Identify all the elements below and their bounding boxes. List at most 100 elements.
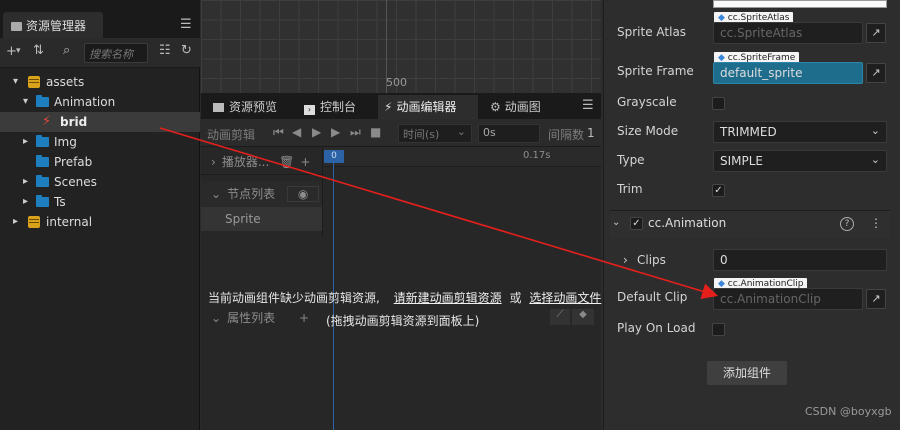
chevron-right-icon[interactable]: ▸ xyxy=(23,172,28,192)
sprite-frame-field[interactable]: default_sprite xyxy=(713,62,863,84)
play-icon[interactable]: ▶ xyxy=(312,125,321,139)
time-unit-select[interactable]: 时间(s) ⌄ xyxy=(398,124,472,143)
list-filter-icon[interactable]: ☷ xyxy=(159,43,171,58)
scene-axis-label: 500 xyxy=(386,76,407,89)
size-mode-value: TRIMMED xyxy=(720,125,777,139)
refresh-icon[interactable]: ↻ xyxy=(181,43,192,58)
timeline-tick-label: 0.17s xyxy=(523,150,551,161)
tree-label: Prefab xyxy=(54,155,93,169)
select-clip-link[interactable]: 选择动画文件 xyxy=(529,291,601,305)
tree-label: Scenes xyxy=(54,175,97,189)
jump-first-icon[interactable]: ⏮ xyxy=(273,125,284,140)
chevron-right-icon[interactable]: ▸ xyxy=(23,132,28,152)
clips-count-field[interactable]: 0 xyxy=(713,249,887,271)
more-icon[interactable]: ⋮ xyxy=(870,216,882,230)
folder-icon xyxy=(36,135,49,147)
tab-animation-graph[interactable]: ⚙ 动画图 xyxy=(484,95,560,119)
add-icon[interactable]: + xyxy=(299,305,309,331)
playhead-marker[interactable]: 0 xyxy=(324,150,344,163)
chevron-down-icon: ⌄ xyxy=(870,153,880,166)
keyframe-icon[interactable]: ◆ xyxy=(572,309,594,325)
play-on-load-label: Play On Load xyxy=(617,321,696,335)
tree-item-animation[interactable]: ▾ Animation xyxy=(0,92,200,112)
drag-hint: (拖拽动画剪辑资源到面板上) xyxy=(326,314,480,328)
size-mode-select[interactable]: TRIMMED ⌄ xyxy=(713,121,887,143)
grayscale-checkbox[interactable] xyxy=(712,97,725,110)
tree-item-internal[interactable]: ▸ internal xyxy=(0,212,200,232)
console-icon: › xyxy=(304,105,315,115)
menu-icon[interactable]: ☰ xyxy=(582,98,594,113)
select-asset-icon[interactable]: ↗ xyxy=(866,289,886,309)
or-text: 或 xyxy=(509,291,522,305)
tree-item-assets[interactable]: ▾ assets xyxy=(0,72,200,92)
search-icon[interactable]: ⌕ xyxy=(63,43,70,58)
trim-checkbox[interactable]: ✓ xyxy=(712,184,725,197)
eye-icon[interactable]: ◉ xyxy=(286,186,320,202)
tree-item-scenes[interactable]: ▸ Scenes xyxy=(0,172,200,192)
previous-field xyxy=(713,0,887,8)
tree-item-img[interactable]: ▸ Img xyxy=(0,132,200,152)
tree-item-brid[interactable]: ⚡ brid xyxy=(0,112,200,132)
chevron-right-icon[interactable]: ▸ xyxy=(23,192,28,212)
interval-input[interactable]: 1 xyxy=(587,126,595,140)
help-icon[interactable]: ? xyxy=(840,217,854,231)
chevron-down-icon[interactable]: ⌄ xyxy=(211,187,221,201)
search-input[interactable]: 搜索名称 xyxy=(84,43,148,63)
add-component-button[interactable]: 添加组件 xyxy=(707,361,787,385)
create-clip-link[interactable]: 请新建动画剪辑资源 xyxy=(394,291,502,305)
missing-message-text: 当前动画组件缺少动画剪辑资源, xyxy=(208,291,380,305)
chevron-right-icon[interactable]: › xyxy=(623,253,628,267)
default-clip-field[interactable]: cc.AnimationClip xyxy=(713,288,863,310)
tab-asset-preview[interactable]: 资源预览 xyxy=(207,95,295,119)
folder-icon xyxy=(36,195,49,207)
chevron-right-icon[interactable]: › xyxy=(211,155,216,169)
node-sprite[interactable]: Sprite xyxy=(201,207,322,231)
folder-icon xyxy=(36,155,49,167)
tree-item-prefab[interactable]: Prefab xyxy=(0,152,200,172)
play-on-load-checkbox[interactable] xyxy=(712,323,725,336)
chevron-down-icon[interactable]: ▾ xyxy=(13,72,18,92)
chevron-down-icon: ⌄ xyxy=(870,124,880,137)
select-asset-icon[interactable]: ↗ xyxy=(866,23,886,43)
tab-asset-manager[interactable]: 资源管理器 xyxy=(3,12,103,38)
property-list-section[interactable]: ⌄ 属性列表 + xyxy=(201,305,322,331)
trash-icon[interactable]: 🗑 xyxy=(279,155,294,169)
sort-icon[interactable]: ⇅ xyxy=(33,43,44,58)
folder-tab-icon xyxy=(11,22,22,31)
tree-label: internal xyxy=(46,215,93,229)
database-icon xyxy=(28,216,40,228)
tab-label: 控制台 xyxy=(320,100,357,114)
timeline-ruler[interactable] xyxy=(322,147,601,167)
time-input[interactable]: 0s xyxy=(478,124,540,143)
component-title: cc.Animation xyxy=(648,216,727,230)
type-select[interactable]: SIMPLE ⌄ xyxy=(713,150,887,172)
running-figure-icon: ⚡ xyxy=(384,100,393,114)
jump-last-icon[interactable]: ⏭ xyxy=(350,125,361,140)
tab-label: 动画图 xyxy=(504,100,541,114)
chevron-down-icon[interactable]: ▾ xyxy=(16,46,21,56)
tab-console[interactable]: › 控制台 xyxy=(298,95,376,119)
add-icon[interactable]: + xyxy=(300,155,310,169)
chevron-down-icon[interactable]: ▾ xyxy=(23,92,28,112)
sprite-atlas-field[interactable]: cc.SpriteAtlas xyxy=(713,22,863,44)
node-list-section[interactable]: ⌄ 节点列表 ◉ xyxy=(201,181,322,207)
tree-item-ts[interactable]: ▸ Ts xyxy=(0,192,200,212)
type-label: Type xyxy=(617,153,645,167)
interval-label: 间隔数 xyxy=(548,128,585,142)
component-enabled-checkbox[interactable]: ✓ xyxy=(630,217,643,230)
chevron-right-icon[interactable]: ▸ xyxy=(13,212,18,232)
curve-icon[interactable]: ⟋ xyxy=(550,309,570,325)
tab-animation-editor[interactable]: ⚡ 动画编辑器 xyxy=(378,95,478,119)
prev-frame-icon[interactable]: ◀ xyxy=(292,125,301,139)
player-section[interactable]: › 播放器... 🗑 + xyxy=(201,149,322,175)
select-asset-icon[interactable]: ↗ xyxy=(866,63,886,83)
chevron-down-icon[interactable]: ⌄ xyxy=(612,217,620,228)
folder-icon xyxy=(36,95,49,107)
next-frame-icon[interactable]: ▶ xyxy=(331,125,340,139)
menu-icon[interactable]: ☰ xyxy=(180,17,192,32)
tree-label: Img xyxy=(54,135,77,149)
clips-label: Clips xyxy=(637,253,666,267)
stop-icon[interactable]: ■ xyxy=(370,125,381,139)
chevron-down-icon[interactable]: ⌄ xyxy=(211,311,221,325)
time-unit-value: 时间(s) xyxy=(403,128,440,141)
